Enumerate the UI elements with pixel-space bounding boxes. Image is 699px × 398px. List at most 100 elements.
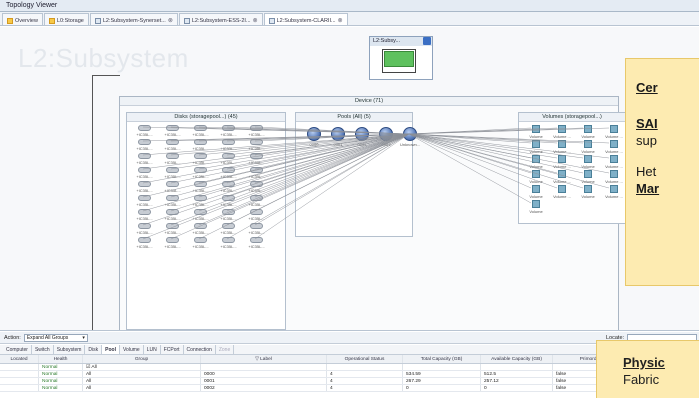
- column-header[interactable]: Group: [83, 355, 201, 363]
- action-select-value: Expand All Groups: [26, 334, 69, 341]
- close-icon[interactable]: ⊗: [168, 17, 173, 24]
- table-cell-op: 4: [327, 385, 403, 391]
- subtab-8[interactable]: Connection: [184, 345, 216, 354]
- subsystem-frame-line-top: [92, 75, 120, 76]
- connection-line: [142, 133, 410, 240]
- subtab-1[interactable]: Switch: [32, 345, 54, 354]
- column-header[interactable]: Available Capacity (GB): [481, 355, 553, 363]
- connection-line: [226, 133, 410, 240]
- subtab-9[interactable]: Zone: [216, 345, 235, 354]
- table-cell-total: [403, 364, 481, 370]
- callout-line-5: Mar: [636, 181, 660, 196]
- subtab-2[interactable]: Subsystem: [54, 345, 86, 354]
- window-titlebar: Topology Viewer: [0, 0, 699, 12]
- close-icon[interactable]: ⊗: [253, 17, 258, 24]
- tab-1[interactable]: L0:Storage: [43, 13, 89, 25]
- topology-canvas[interactable]: L2:Subsystem L2:Subsy... Device (71) Dis…: [0, 27, 699, 331]
- warning-icon: [48, 17, 55, 24]
- table-cell-avail: [481, 364, 553, 370]
- table-cell-label: 0001: [201, 378, 327, 384]
- tab-label: L0:Storage: [56, 17, 84, 24]
- chevron-down-icon: ▾: [82, 334, 85, 341]
- subtab-0[interactable]: Computer: [3, 345, 32, 354]
- tab-label: L2:Subsystem-CLARII...: [276, 17, 336, 24]
- subtab-6[interactable]: LUN: [144, 345, 161, 354]
- action-label: Action:: [4, 334, 21, 341]
- connection-line: [408, 133, 584, 174]
- close-icon[interactable]: ⊗: [338, 17, 343, 24]
- tab-bar: Overview L0:Storage L2:Subsystem-Synerset.…: [0, 12, 699, 26]
- detail-tabs: Computer Switch Subsystem Disk Pool Volume LUN…: [0, 345, 699, 355]
- connection-line: [408, 133, 532, 189]
- minimap-viewport-handle[interactable]: [382, 49, 416, 73]
- callout-line-4: Het: [636, 164, 657, 179]
- table-row[interactable]: Normal ☑ All: [0, 364, 699, 371]
- action-select[interactable]: Expand All Groups ▾: [23, 333, 88, 342]
- subtab-5[interactable]: Volume: [120, 345, 144, 354]
- detail-table: Located Health Group ▽ Label Operational Sta…: [0, 355, 699, 398]
- connection-line: [408, 133, 584, 159]
- table-cell-op: 4: [327, 371, 403, 377]
- table-cell-located: [0, 385, 39, 391]
- tab-4[interactable]: L2:Subsystem-CLARII... ⊗: [263, 13, 348, 25]
- table-cell-health: Normal: [39, 385, 83, 391]
- connection-line: [408, 133, 610, 174]
- subsystem-icon: [268, 17, 275, 24]
- subsystem-frame-line: [92, 75, 93, 330]
- connection-line: [408, 133, 610, 159]
- table-cell-op: [327, 364, 403, 370]
- minimap-panel[interactable]: L2:Subsy...: [369, 36, 433, 80]
- table-cell-op: 4: [327, 378, 403, 384]
- table-cell-label: 0002: [201, 385, 327, 391]
- callout-line-2: SAI: [636, 116, 658, 131]
- connection-line: [142, 133, 410, 184]
- minimap-title: L2:Subsy...: [373, 38, 401, 44]
- column-header[interactable]: ▽ Label: [201, 355, 327, 363]
- minimap-toggle-button[interactable]: [423, 37, 431, 45]
- window-title: Topology Viewer: [6, 2, 58, 9]
- column-header[interactable]: Located: [0, 355, 39, 363]
- callout-line-1: Cer: [636, 80, 658, 95]
- table-cell-total: 267.29: [403, 378, 481, 384]
- table-cell-located: [0, 378, 39, 384]
- table-cell-avail: 257.12: [481, 378, 553, 384]
- table-cell-avail: 0: [481, 385, 553, 391]
- subtab-4[interactable]: Pool: [102, 345, 120, 354]
- warning-icon: [7, 17, 13, 24]
- table-cell-health: Normal: [39, 371, 83, 377]
- connection-line: [142, 133, 410, 198]
- table-row[interactable]: NormalAll00014267.29257.12falsen/a: [0, 378, 699, 385]
- connection-line: [226, 133, 410, 212]
- connection-lines: [142, 126, 610, 240]
- connection-line: [254, 133, 410, 198]
- table-cell-label: 0000: [201, 371, 327, 377]
- subtab-3[interactable]: Disk: [85, 345, 103, 354]
- connection-line: [408, 133, 558, 159]
- callout-line-3: sup: [636, 133, 657, 148]
- column-header[interactable]: Operational Status: [327, 355, 403, 363]
- table-row[interactable]: NormalAll0002400falsen/a: [0, 385, 699, 392]
- minimap-title-bar: L2:Subsy...: [370, 37, 432, 46]
- tab-label: L2:Subsystem-ESS-2I...: [191, 17, 251, 24]
- tab-3[interactable]: L2:Subsystem-ESS-2I... ⊗: [178, 13, 263, 25]
- table-row[interactable]: NormalAll00004534.59512.5falsen/a: [0, 371, 699, 378]
- table-cell-located: [0, 364, 39, 370]
- annotation-callout: Cer SAI sup Het Mar: [625, 58, 699, 286]
- table-cell-avail: 512.5: [481, 371, 553, 377]
- column-header[interactable]: Total Capacity (GB): [403, 355, 481, 363]
- column-header[interactable]: Health: [39, 355, 83, 363]
- table-header-row: Located Health Group ▽ Label Operational Sta…: [0, 355, 699, 364]
- connection-line: [408, 133, 610, 144]
- tab-2[interactable]: L2:Subsystem-Synerset... ⊗: [89, 13, 178, 25]
- table-cell-label: [201, 364, 327, 370]
- tab-0[interactable]: Overview: [2, 13, 43, 25]
- device-group[interactable]: Device (71) Disks (storagepool...) (45) …: [119, 96, 626, 330]
- connection-line: [142, 133, 410, 226]
- connection-line: [408, 133, 610, 189]
- table-cell-total: 534.59: [403, 371, 481, 377]
- table-body: Normal ☑ All Normal All 0000 4 534.59 512.5 fals…: [0, 364, 699, 392]
- subtab-7[interactable]: FCPort: [161, 345, 184, 354]
- connection-line: [408, 133, 532, 204]
- tab-label: L2:Subsystem-Synerset...: [102, 17, 166, 24]
- tab-label: Overview: [15, 17, 38, 24]
